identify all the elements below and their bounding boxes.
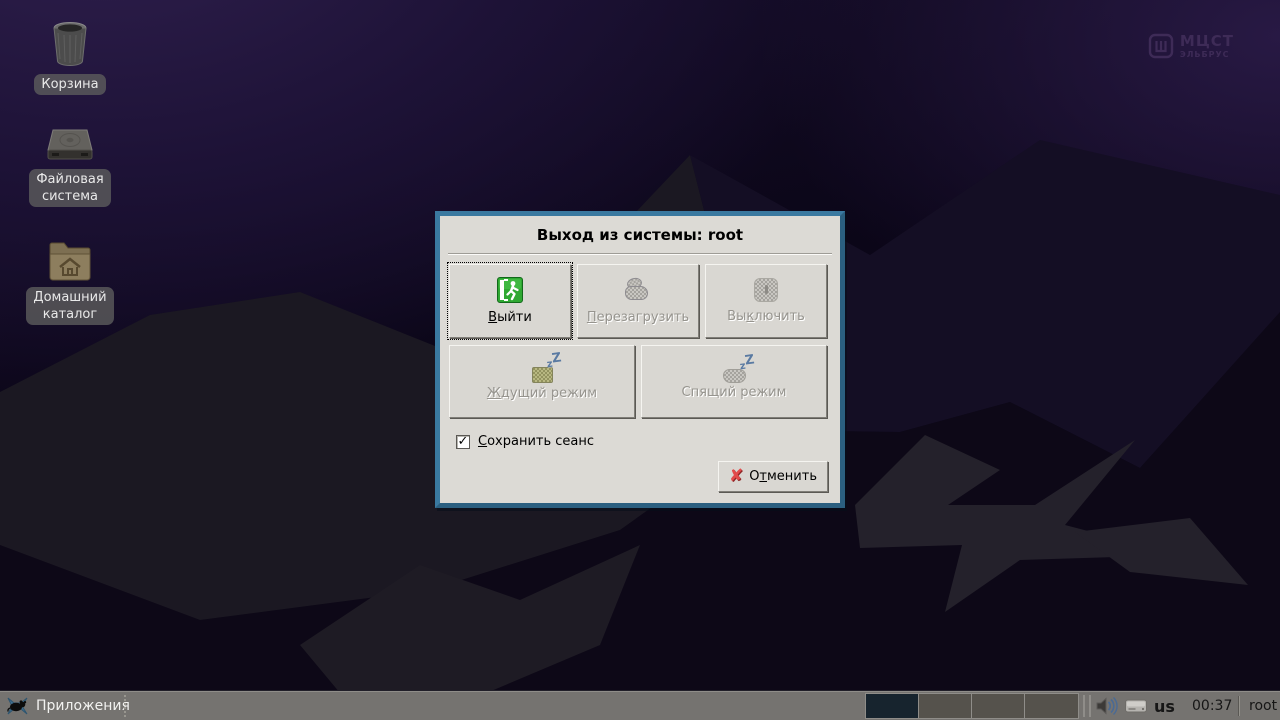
workspace-3[interactable]: [972, 694, 1025, 718]
volume-icon[interactable]: [1095, 694, 1119, 718]
mcst-elbrus-branding: МЦСТ ЭЛЬБРУС: [1148, 33, 1234, 59]
desktop-icon-label: Корзина: [34, 74, 106, 95]
speaker-icon: [1096, 697, 1118, 715]
disk-tray-icon[interactable]: [1124, 694, 1148, 718]
standby-button-label: Ждущий режим: [486, 385, 598, 401]
workspace-1[interactable]: [866, 694, 919, 718]
brand-subtitle: ЭЛЬБРУС: [1179, 49, 1230, 59]
home-folder-icon: [49, 242, 91, 281]
workspace-switcher: [865, 693, 1079, 719]
logout-dialog: Выход из системы: root Выйти Перезагрузи…: [435, 211, 845, 508]
logout-button[interactable]: Выйти: [447, 262, 573, 340]
clock[interactable]: 00:37: [1192, 694, 1232, 718]
tray-handle[interactable]: [1083, 695, 1091, 717]
save-session-label: Сохранить сеанс: [478, 434, 595, 449]
dialog-title: Выход из системы: root: [536, 226, 744, 244]
panel-handle[interactable]: [124, 695, 129, 717]
desktop-icon-label: Файловая система: [29, 169, 111, 207]
cancel-x-icon: ✘: [728, 466, 744, 486]
xfce-mouse-icon: [7, 697, 28, 715]
hibernate-button-label: Спящий режим: [681, 384, 787, 400]
cancel-button-label: Отменить: [749, 469, 817, 484]
tray-separator: [1239, 696, 1240, 716]
power-icon: [754, 278, 778, 302]
applications-menu-label: Приложения: [36, 698, 130, 714]
drive-icon: [1125, 699, 1147, 713]
brand-name: МЦСТ: [1179, 31, 1234, 50]
shutdown-button-label: Выключить: [727, 309, 805, 324]
desktop-icon-home[interactable]: Домашний каталог: [14, 240, 126, 325]
save-session-checkbox[interactable]: ✓: [456, 433, 470, 449]
hibernate-icon: z Z: [722, 352, 755, 383]
exit-icon: [497, 277, 523, 303]
standby-button[interactable]: z Z Ждущий режим: [449, 345, 635, 418]
applications-menu-button[interactable]: Приложения: [0, 692, 138, 720]
desktop-icon-trash[interactable]: Корзина: [14, 19, 126, 95]
keyboard-layout-indicator[interactable]: us: [1154, 694, 1175, 718]
logout-button-label: Выйти: [488, 310, 532, 325]
hard-disk-icon: [47, 129, 93, 160]
session-user-label: root: [1249, 698, 1278, 714]
shutdown-button[interactable]: Выключить: [705, 264, 827, 338]
restart-icon: [624, 276, 652, 303]
taskbar-panel: Приложения us 00:37 root: [0, 690, 1280, 720]
mcst-logo-icon: [1148, 33, 1174, 59]
workspace-4[interactable]: [1025, 694, 1078, 718]
standby-icon: z Z: [531, 350, 562, 383]
desktop-icon-label: Домашний каталог: [26, 287, 114, 325]
restart-button-label: Перезагрузить: [586, 310, 690, 325]
desktop-icon-filesystem[interactable]: Файловая система: [14, 128, 126, 207]
trash-icon: [53, 22, 87, 66]
workspace-2[interactable]: [919, 694, 972, 718]
hibernate-button[interactable]: z Z Спящий режим: [641, 345, 827, 418]
cancel-button[interactable]: ✘ Отменить: [717, 461, 828, 492]
check-icon: ✓: [457, 433, 469, 449]
restart-button[interactable]: Перезагрузить: [577, 264, 699, 338]
